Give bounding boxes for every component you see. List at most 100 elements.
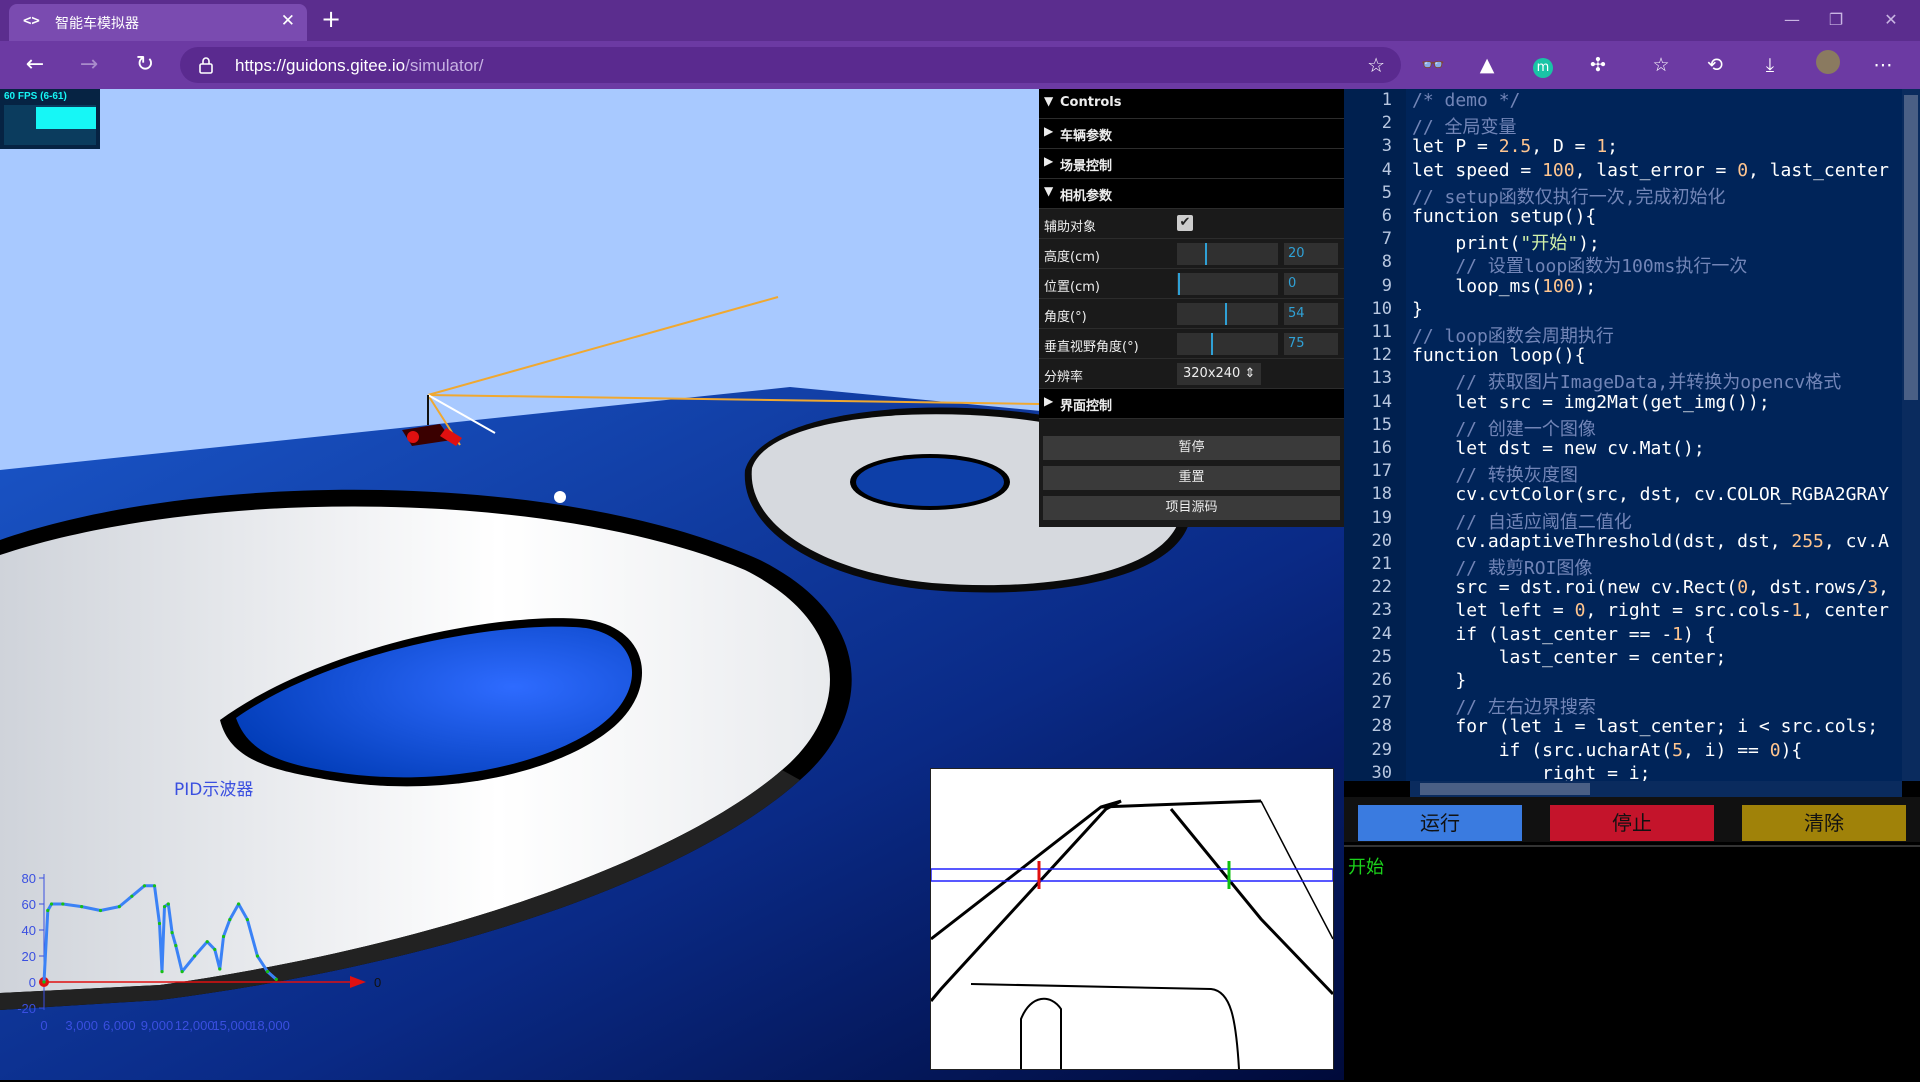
data-point bbox=[170, 931, 174, 935]
line-number: 4 bbox=[1381, 159, 1392, 180]
height-input[interactable]: 20 bbox=[1284, 243, 1338, 265]
tab-title: 智能车模拟器 bbox=[55, 16, 139, 32]
reload-icon[interactable]: ↻ bbox=[130, 51, 160, 79]
add-favorite-icon[interactable]: ☆ bbox=[1367, 53, 1385, 77]
code-line: // 获取图片ImageData,并转换为opencv格式 bbox=[1412, 372, 1842, 394]
height-slider[interactable] bbox=[1177, 243, 1278, 265]
download-icon[interactable]: ⤓ bbox=[1755, 50, 1785, 80]
extensions-puzzle-icon[interactable]: ✣ bbox=[1583, 50, 1613, 80]
avatar[interactable] bbox=[1813, 50, 1843, 80]
position-input[interactable]: 0 bbox=[1284, 273, 1338, 295]
code-line: let dst = new cv.Mat(); bbox=[1455, 438, 1705, 459]
line-number: 5 bbox=[1381, 182, 1392, 203]
data-point bbox=[49, 902, 54, 906]
code-line: function loop(){ bbox=[1412, 345, 1586, 367]
folder-ui-control[interactable]: ▶ 界面控制 bbox=[1039, 389, 1344, 419]
more-menu-icon[interactable]: ⋯ bbox=[1868, 50, 1898, 80]
position-slider[interactable] bbox=[1177, 273, 1278, 295]
data-point bbox=[80, 905, 84, 909]
line-number: 26 bbox=[1371, 670, 1392, 690]
line-number: 10 bbox=[1371, 298, 1392, 319]
param-label: 分辨率 bbox=[1044, 370, 1084, 385]
angle-input[interactable]: 54 bbox=[1284, 303, 1338, 325]
extension-m-icon[interactable]: m bbox=[1528, 50, 1558, 80]
editor-vertical-scroll-thumb[interactable] bbox=[1904, 95, 1918, 400]
code-line: // 左右边界搜索 bbox=[1412, 697, 1596, 719]
close-tab-icon[interactable]: ✕ bbox=[281, 11, 295, 31]
code-line: if (last_center == -1) { bbox=[1455, 623, 1716, 645]
line-number: 15 bbox=[1371, 414, 1392, 435]
x-tick-label: 3,000 bbox=[65, 1018, 98, 1033]
line-number: 11 bbox=[1371, 322, 1392, 342]
pid-oscilloscope: PID示波器 80 60 40 20 0 -20 0 0 3,000 6,000 9,000 12,0… bbox=[0, 768, 420, 1033]
reset-button[interactable]: 重置 bbox=[1043, 466, 1340, 490]
new-tab-button[interactable]: + bbox=[317, 5, 345, 33]
param-resolution: 分辨率 320x240 ⇕ bbox=[1039, 359, 1344, 389]
pause-button[interactable]: 暂停 bbox=[1043, 436, 1340, 460]
code-line: let P = 2.5, D = 1; bbox=[1412, 136, 1618, 158]
address-bar[interactable]: https://guidons.gitee.io/simulator/ ☆ bbox=[180, 47, 1401, 83]
history-icon[interactable]: ⟲ bbox=[1700, 50, 1730, 80]
line-number: 19 bbox=[1371, 507, 1392, 528]
data-point bbox=[130, 894, 134, 898]
helper-objects-checkbox[interactable]: ✔ bbox=[1177, 215, 1193, 231]
browser-titlebar: <> 智能车模拟器 ✕ + — ❐ ✕ bbox=[0, 0, 1920, 41]
clear-button[interactable]: 清除 bbox=[1742, 805, 1906, 841]
line-number: 3 bbox=[1381, 136, 1392, 157]
vertical-fov-slider[interactable] bbox=[1177, 333, 1278, 355]
resolution-select[interactable]: 320x240 ⇕ bbox=[1177, 363, 1261, 385]
run-button[interactable]: 运行 bbox=[1358, 805, 1522, 841]
data-point bbox=[157, 921, 162, 926]
console-output[interactable]: 开始 bbox=[1344, 845, 1920, 1082]
slider-fill bbox=[1177, 273, 1180, 295]
x-tick-label: 18,000 bbox=[250, 1018, 290, 1033]
source-code-button[interactable]: 项目源码 bbox=[1043, 496, 1340, 520]
extension-glasses-icon[interactable]: 👓 bbox=[1418, 50, 1448, 80]
folder-scene-control[interactable]: ▶ 场景控制 bbox=[1039, 149, 1344, 179]
code-line: cv.adaptiveThreshold(dst, dst, 255, cv.A bbox=[1455, 530, 1889, 552]
data-point bbox=[213, 947, 217, 952]
y-tick-label: -20 bbox=[17, 1001, 36, 1016]
vertical-fov-input[interactable]: 75 bbox=[1284, 333, 1338, 355]
line-number: 12 bbox=[1371, 345, 1392, 366]
y-tick-label: 0 bbox=[29, 975, 36, 990]
data-point bbox=[274, 977, 278, 981]
editor-horizontal-scroll-thumb[interactable] bbox=[1420, 783, 1590, 795]
slider-fill bbox=[1177, 303, 1228, 325]
controls-panel: ▼ Controls ▶ 车辆参数 ▶ 场景控制 ▼ 相机参数 辅助对象 ✔ 高度(cm… bbox=[1039, 89, 1344, 527]
folder-vehicle-params[interactable]: ▶ 车辆参数 bbox=[1039, 119, 1344, 149]
y-tick-label: 40 bbox=[22, 923, 36, 938]
line-number: 14 bbox=[1371, 391, 1392, 412]
minimize-icon[interactable]: — bbox=[1772, 6, 1812, 34]
code-editor[interactable]: 1 2 3 4 5 6 7 8 9 10 11 12 13 14 15 16 17 18 19 20 21 22 23 24 2… bbox=[1344, 89, 1920, 781]
target-point bbox=[554, 491, 566, 503]
line-number: 30 bbox=[1371, 762, 1392, 781]
code-line: } bbox=[1412, 298, 1423, 320]
back-icon[interactable]: ← bbox=[20, 51, 50, 79]
line-number-gutter: 1 2 3 4 5 6 7 8 9 10 11 12 13 14 15 16 17 18 19 20 21 22 23 24 2… bbox=[1344, 89, 1406, 781]
extension-triangle-icon[interactable]: ▲ bbox=[1472, 50, 1502, 80]
angle-slider[interactable] bbox=[1177, 303, 1278, 325]
data-point bbox=[221, 934, 226, 939]
favorites-icon[interactable]: ☆ bbox=[1646, 50, 1676, 80]
fps-monitor[interactable]: 60 FPS (6-61) bbox=[0, 89, 100, 149]
line-number: 21 bbox=[1371, 554, 1392, 574]
code-line: let speed = 100, last_error = 0, last_ce… bbox=[1412, 159, 1889, 181]
controls-header[interactable]: ▼ Controls bbox=[1039, 89, 1344, 119]
browser-tab[interactable]: <> 智能车模拟器 ✕ bbox=[9, 4, 307, 41]
data-point bbox=[180, 970, 184, 974]
restore-icon[interactable]: ❐ bbox=[1816, 6, 1856, 34]
window-close-icon[interactable]: ✕ bbox=[1871, 6, 1911, 34]
data-point bbox=[166, 902, 170, 906]
line-number: 16 bbox=[1371, 438, 1392, 458]
data-point bbox=[228, 918, 232, 922]
y-tick-label: 80 bbox=[22, 871, 36, 886]
console-line: 开始 bbox=[1348, 857, 1384, 878]
line-number: 18 bbox=[1371, 484, 1392, 505]
track-hole-far bbox=[856, 458, 1004, 506]
stop-button[interactable]: 停止 bbox=[1550, 805, 1714, 841]
folder-camera-params[interactable]: ▼ 相机参数 bbox=[1039, 179, 1344, 209]
chevron-right-icon: ▶ bbox=[1044, 394, 1054, 408]
code-line: /* demo */ bbox=[1412, 90, 1521, 111]
forward-icon[interactable]: → bbox=[74, 51, 104, 79]
